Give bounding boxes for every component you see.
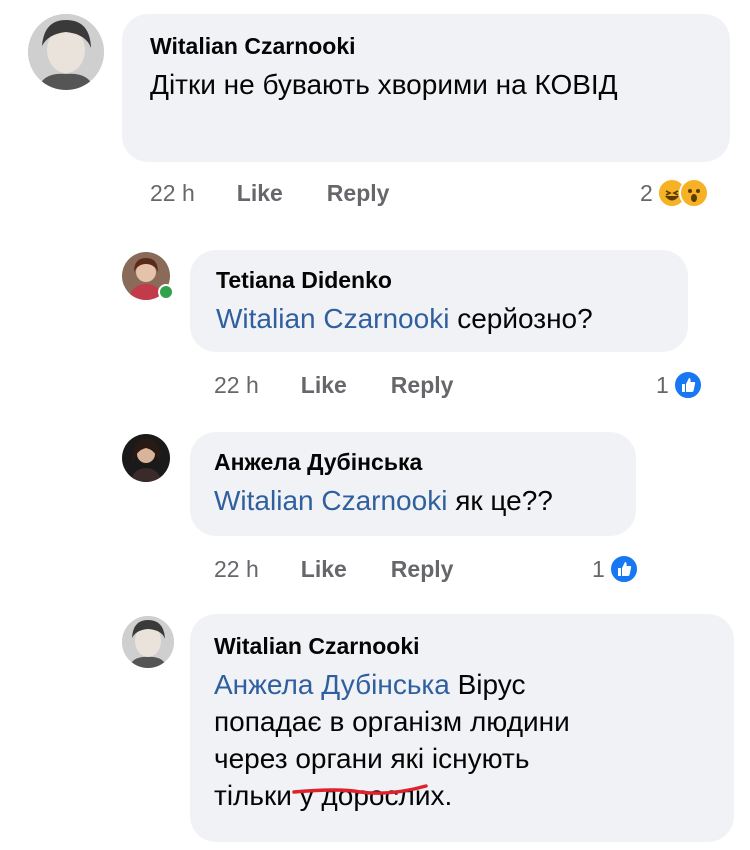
comment-time[interactable]: 22 h [150,180,195,207]
comment-body: серйозно? [457,303,593,334]
avatar[interactable] [122,434,170,482]
comment-actions: 22 h Like Reply [214,372,497,399]
mention-link[interactable]: Анжела Дубінська [214,669,450,700]
comment-bubble: Анжела Дубінська Witalian Czarnooki як ц… [190,432,636,536]
comment-body-line: Вірус [457,669,526,700]
comment-actions: 22 h Like Reply [214,556,497,583]
avatar[interactable] [122,616,174,668]
mention-link[interactable]: Witalian Czarnooki [216,303,449,334]
like-button[interactable]: Like [301,372,347,399]
comment-text: Witalian Czarnooki як це?? [214,482,612,519]
comment-text: Анжела Дубінська Вірус попадає в організ… [214,666,710,814]
comment-text: Witalian Czarnooki серйозно? [216,300,662,337]
reply-button[interactable]: Reply [391,556,454,583]
avatar-photo [122,434,170,482]
reply-button[interactable]: Reply [327,180,390,207]
comment-bubble: Witalian Czarnooki Анжела Дубінська Віру… [190,614,734,842]
reaction-summary[interactable]: 1 [656,370,703,400]
comment-time[interactable]: 22 h [214,372,259,399]
comment-author[interactable]: Анжела Дубінська [214,448,612,476]
reaction-summary[interactable]: 2 [640,178,709,208]
comment-text: Дітки не бувають хворими на КОВІД [150,69,618,100]
like-button[interactable]: Like [237,180,283,207]
online-status-indicator [158,284,174,300]
mention-link[interactable]: Witalian Czarnooki [214,485,447,516]
reply-button[interactable]: Reply [391,372,454,399]
comment-actions: 22 h Like Reply [150,180,433,207]
comment-author[interactable]: Witalian Czarnooki [214,632,710,660]
comment-bubble: Witalian Czarnooki Дітки не бувають хвор… [122,14,730,162]
underlined-word: органи [295,743,383,774]
reaction-summary[interactable]: 1 [592,554,639,584]
reaction-count: 2 [640,179,653,206]
comment-bubble: Tetiana Didenko Witalian Czarnooki серйо… [190,250,688,352]
like-icon [608,554,639,584]
comment-body-line: попадає в організм людини [214,706,570,737]
comment-time[interactable]: 22 h [214,556,259,583]
comment-author[interactable]: Witalian Czarnooki [150,32,702,60]
wow-icon [678,178,709,208]
comment-body-segment: які існують [382,743,530,774]
like-icon [672,370,703,400]
comment-body-segment: через [214,743,296,774]
comment-body: як це?? [455,485,553,516]
avatar-photo [28,14,104,90]
red-underline-annotation [292,784,428,795]
like-button[interactable]: Like [301,556,347,583]
reaction-count: 1 [656,371,669,398]
avatar[interactable] [28,14,104,90]
avatar-photo [122,616,174,668]
comment-author[interactable]: Tetiana Didenko [216,266,662,294]
reaction-count: 1 [592,555,605,582]
